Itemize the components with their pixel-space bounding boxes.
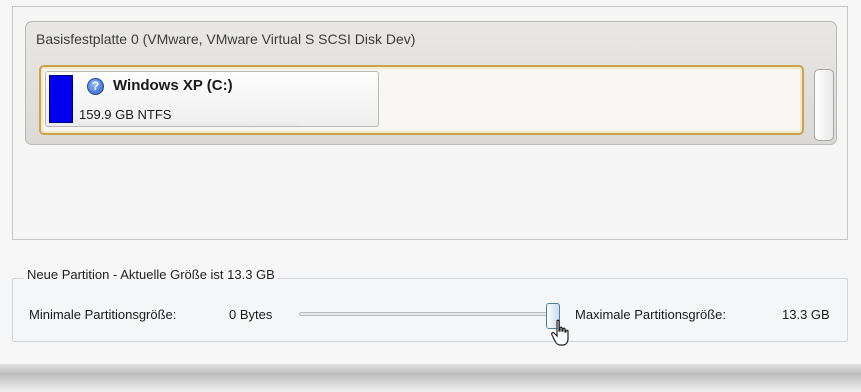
- min-size-label: Minimale Partitionsgröße:: [29, 307, 177, 322]
- unallocated-slot[interactable]: [814, 69, 834, 141]
- bottom-shadow: [0, 364, 861, 392]
- partition-name: Windows XP (C:): [113, 77, 233, 94]
- disk-map-area: Basisfestplatte 0 (VMware, VMware Virtua…: [12, 6, 848, 240]
- size-slider-track[interactable]: [299, 312, 549, 316]
- max-size-value: 13.3 GB: [782, 307, 830, 322]
- partition-c[interactable]: ? Windows XP (C:) 159.9 GB NTFS: [45, 71, 379, 127]
- disk-panel[interactable]: Basisfestplatte 0 (VMware, VMware Virtua…: [25, 21, 837, 145]
- partition-size: 159.9 GB NTFS: [79, 107, 172, 122]
- partition-size-divider: [79, 124, 301, 125]
- min-size-value: 0 Bytes: [229, 307, 273, 322]
- mouse-pointer-icon: [551, 319, 569, 346]
- new-partition-group: Neue Partition - Aktuelle Größe ist 13.3…: [12, 267, 848, 346]
- partition-dialog: Basisfestplatte 0 (VMware, VMware Virtua…: [0, 0, 861, 392]
- disk-title: Basisfestplatte 0 (VMware, VMware Virtua…: [36, 31, 416, 47]
- partitions-strip[interactable]: ? Windows XP (C:) 159.9 GB NTFS: [39, 65, 804, 135]
- max-size-label: Maximale Partitionsgröße:: [575, 307, 726, 322]
- new-partition-title: Neue Partition - Aktuelle Größe ist 13.3…: [24, 267, 278, 282]
- partition-color-bar: [49, 75, 73, 123]
- help-icon[interactable]: ?: [87, 78, 104, 95]
